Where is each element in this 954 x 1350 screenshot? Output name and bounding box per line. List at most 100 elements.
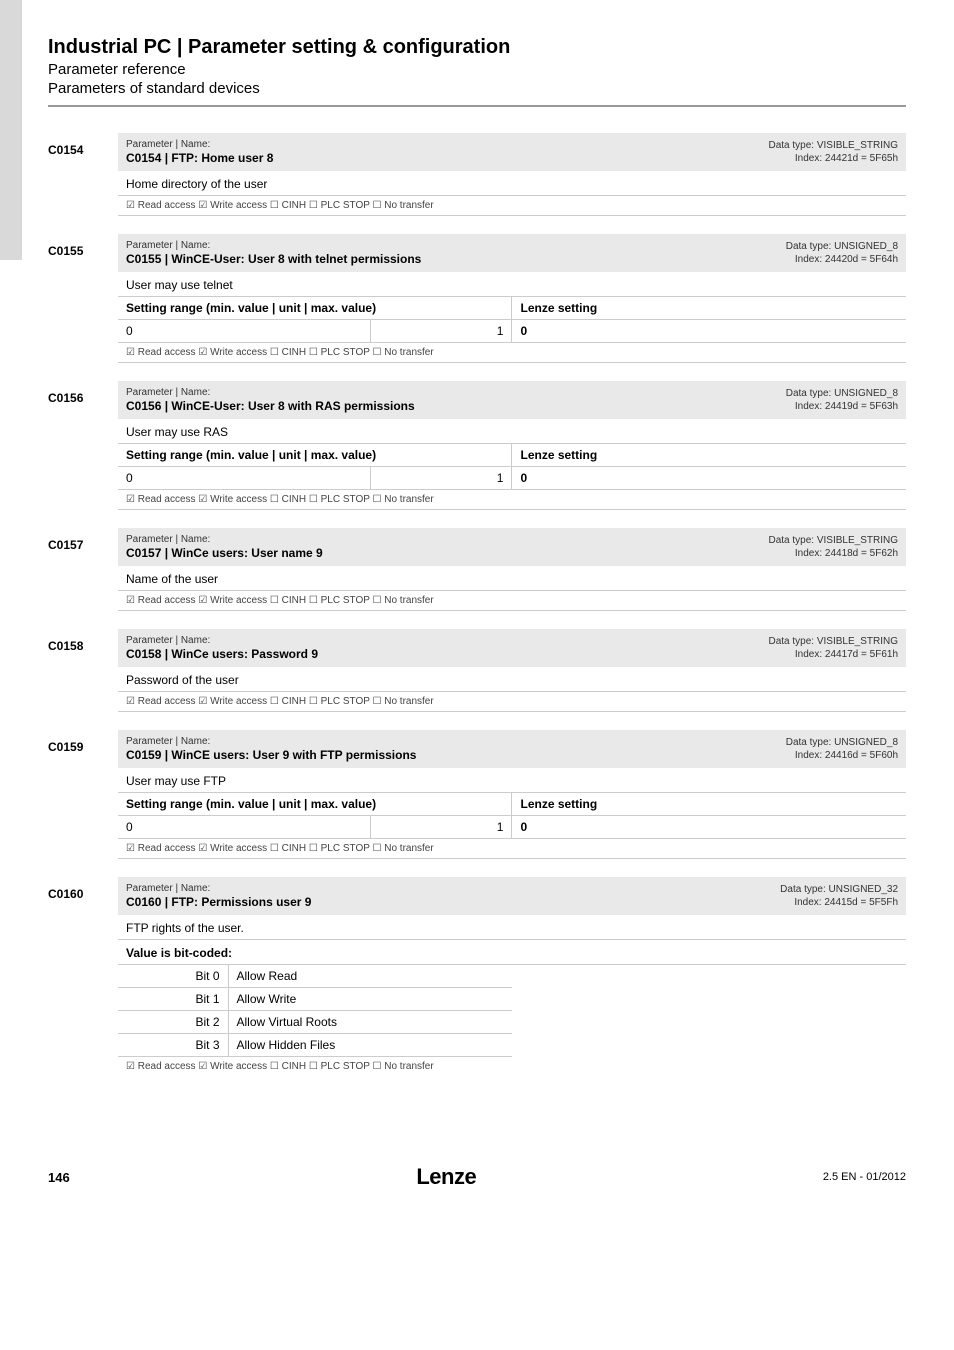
bit-number: Bit 1 [118, 988, 228, 1011]
param-code: C0158 [48, 629, 118, 712]
side-stripe [0, 0, 22, 260]
revision: 2.5 EN - 01/2012 [823, 1171, 906, 1183]
bits-title: Value is bit-coded: [118, 940, 906, 965]
col-lenze: Lenze setting [512, 297, 906, 320]
table-row: Bit 3 Allow Hidden Files [118, 1034, 512, 1057]
param-name: C0156 | WinCE-User: User 8 with RAS perm… [126, 399, 415, 413]
index-value: Index: 24418d = 5F62h [769, 547, 899, 560]
index-value: Index: 24417d = 5F61h [769, 648, 899, 661]
bit-label: Allow Read [228, 965, 512, 988]
param-header-box: Parameter | Name: C0154 | FTP: Home user… [118, 133, 906, 171]
page-title: Industrial PC | Parameter setting & conf… [48, 36, 906, 59]
table-row: Bit 1 Allow Write [118, 988, 512, 1011]
data-type: Data type: UNSIGNED_32 [780, 883, 898, 896]
param-desc: User may use FTP [118, 768, 906, 793]
col-range: Setting range (min. value | unit | max. … [118, 297, 512, 320]
access-flags: ☑ Read access ☑ Write access ☐ CINH ☐ PL… [118, 1057, 906, 1076]
pn-label: Parameter | Name: [126, 635, 210, 646]
index-value: Index: 24420d = 5F64h [786, 253, 898, 266]
param-desc: User may use RAS [118, 419, 906, 444]
param-code: C0157 [48, 528, 118, 611]
access-flags: ☑ Read access ☑ Write access ☐ CINH ☐ PL… [118, 591, 906, 611]
table-row: Bit 0 Allow Read [118, 965, 512, 988]
index-value: Index: 24415d = 5F5Fh [780, 896, 898, 909]
max-value: 1 [370, 816, 512, 839]
param-header-box: Parameter | Name: C0157 | WinCe users: U… [118, 528, 906, 566]
col-range: Setting range (min. value | unit | max. … [118, 444, 512, 467]
param-desc: Password of the user [118, 667, 906, 692]
access-flags: ☑ Read access ☑ Write access ☐ CINH ☐ PL… [118, 490, 906, 510]
brand-logo: Lenze [416, 1164, 476, 1190]
access-flags: ☑ Read access ☑ Write access ☐ CINH ☐ PL… [118, 692, 906, 712]
index-value: Index: 24419d = 5F63h [786, 400, 898, 413]
param-name: C0154 | FTP: Home user 8 [126, 151, 273, 165]
param-block-C0155: C0155 Parameter | Name: C0155 | WinCE-Us… [48, 234, 906, 363]
bits-table: Bit 0 Allow Read Bit 1 Allow Write Bit 2… [118, 965, 512, 1057]
bit-label: Allow Write [228, 988, 512, 1011]
access-flags: ☑ Read access ☑ Write access ☐ CINH ☐ PL… [118, 839, 906, 859]
param-desc: FTP rights of the user. [118, 915, 906, 940]
max-value: 1 [370, 467, 512, 490]
bit-number: Bit 0 [118, 965, 228, 988]
param-name: C0158 | WinCe users: Password 9 [126, 647, 318, 661]
setting-table: Setting range (min. value | unit | max. … [118, 793, 906, 859]
param-header-box: Parameter | Name: C0156 | WinCE-User: Us… [118, 381, 906, 419]
max-value: 1 [370, 320, 512, 343]
setting-table: Setting range (min. value | unit | max. … [118, 297, 906, 363]
data-type: Data type: VISIBLE_STRING [769, 534, 899, 547]
lenze-value: 0 [512, 816, 906, 839]
param-name: C0155 | WinCE-User: User 8 with telnet p… [126, 252, 421, 266]
param-block-C0156: C0156 Parameter | Name: C0156 | WinCE-Us… [48, 381, 906, 510]
bit-number: Bit 3 [118, 1034, 228, 1057]
data-type: Data type: UNSIGNED_8 [786, 240, 898, 253]
pn-label: Parameter | Name: [126, 139, 210, 150]
param-code: C0159 [48, 730, 118, 859]
table-row: Bit 2 Allow Virtual Roots [118, 1011, 512, 1034]
min-value: 0 [118, 467, 370, 490]
param-code: C0156 [48, 381, 118, 510]
access-flags: ☑ Read access ☑ Write access ☐ CINH ☐ PL… [118, 343, 906, 363]
index-value: Index: 24421d = 5F65h [769, 152, 899, 165]
col-range: Setting range (min. value | unit | max. … [118, 793, 512, 816]
param-header-box: Parameter | Name: C0155 | WinCE-User: Us… [118, 234, 906, 272]
param-code: C0155 [48, 234, 118, 363]
param-header-box: Parameter | Name: C0159 | WinCE users: U… [118, 730, 906, 768]
page-content: Industrial PC | Parameter setting & conf… [0, 0, 954, 1134]
param-name: C0157 | WinCe users: User name 9 [126, 546, 323, 560]
header-divider [48, 105, 906, 107]
param-desc: Name of the user [118, 566, 906, 591]
bit-label: Allow Virtual Roots [228, 1011, 512, 1034]
data-type: Data type: UNSIGNED_8 [786, 387, 898, 400]
access-flags: ☑ Read access ☑ Write access ☐ CINH ☐ PL… [118, 196, 906, 216]
min-value: 0 [118, 320, 370, 343]
page-number: 146 [48, 1170, 70, 1185]
min-value: 0 [118, 816, 370, 839]
pn-label: Parameter | Name: [126, 387, 210, 398]
param-name: C0159 | WinCE users: User 9 with FTP per… [126, 748, 416, 762]
param-block-C0160: C0160 Parameter | Name: C0160 | FTP: Per… [48, 877, 906, 1076]
param-block-C0154: C0154 Parameter | Name: C0154 | FTP: Hom… [48, 133, 906, 216]
lenze-value: 0 [512, 320, 906, 343]
pn-label: Parameter | Name: [126, 534, 210, 545]
lenze-value: 0 [512, 467, 906, 490]
setting-table: Setting range (min. value | unit | max. … [118, 444, 906, 510]
table-row: 0 1 0 [118, 320, 906, 343]
data-type: Data type: VISIBLE_STRING [769, 139, 899, 152]
index-value: Index: 24416d = 5F60h [786, 749, 898, 762]
param-desc: Home directory of the user [118, 171, 906, 196]
col-lenze: Lenze setting [512, 793, 906, 816]
data-type: Data type: VISIBLE_STRING [769, 635, 899, 648]
table-row: 0 1 0 [118, 816, 906, 839]
param-header-box: Parameter | Name: C0160 | FTP: Permissio… [118, 877, 906, 915]
pn-label: Parameter | Name: [126, 240, 210, 251]
page-footer: 146 Lenze 2.5 EN - 01/2012 [0, 1134, 954, 1210]
param-block-C0158: C0158 Parameter | Name: C0158 | WinCe us… [48, 629, 906, 712]
table-row: 0 1 0 [118, 467, 906, 490]
col-lenze: Lenze setting [512, 444, 906, 467]
bit-label: Allow Hidden Files [228, 1034, 512, 1057]
data-type: Data type: UNSIGNED_8 [786, 736, 898, 749]
param-block-C0159: C0159 Parameter | Name: C0159 | WinCE us… [48, 730, 906, 859]
page-subtitle-1: Parameter reference [48, 61, 906, 78]
param-code: C0154 [48, 133, 118, 216]
param-header-box: Parameter | Name: C0158 | WinCe users: P… [118, 629, 906, 667]
